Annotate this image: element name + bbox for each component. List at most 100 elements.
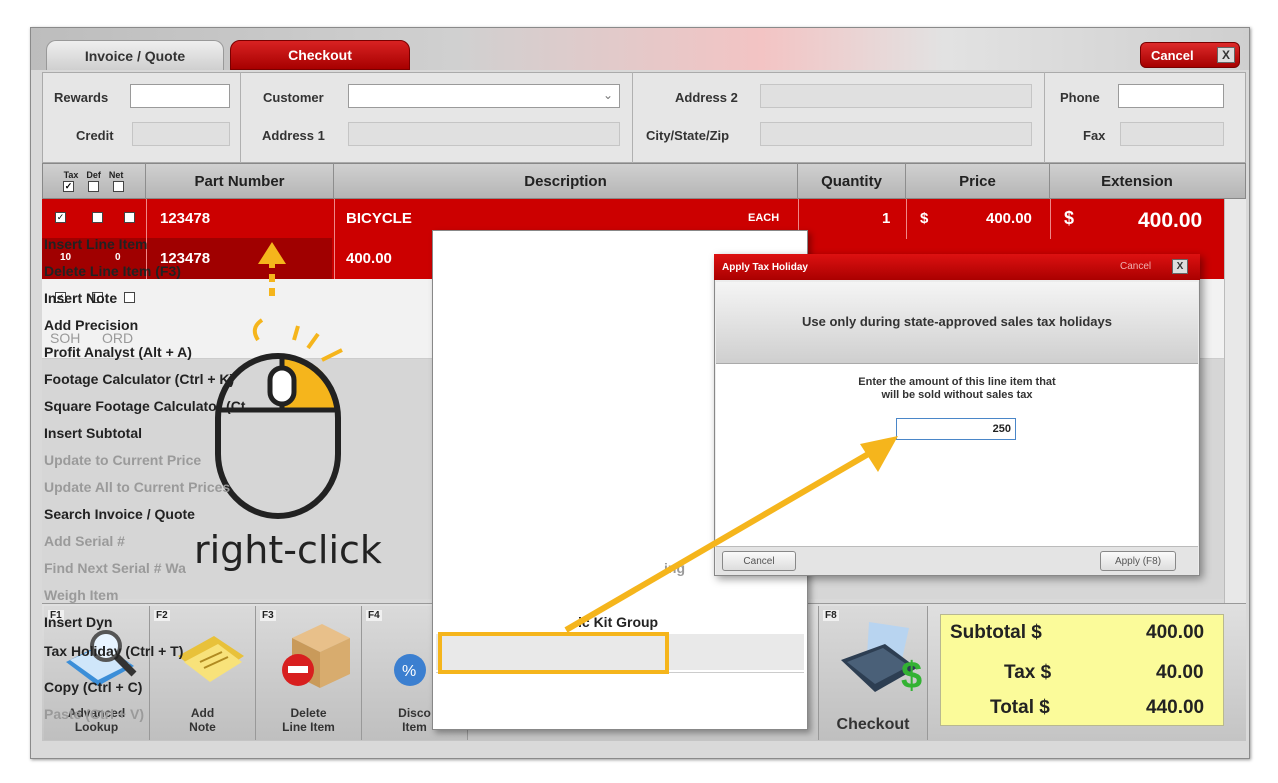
add-note-button[interactable]: F2 Add Note [150, 606, 256, 740]
fkey-label: Lookup [74, 720, 119, 734]
divider [1044, 72, 1045, 163]
arrow-annotation [564, 436, 898, 633]
divider [240, 72, 241, 163]
menu-item-copy[interactable]: Copy (Ctrl + C) [44, 679, 142, 695]
menu-item-tax-holiday[interactable]: Tax Holiday (Ctrl + T) [44, 643, 183, 659]
right-click-label: right-click [194, 528, 382, 572]
quantity-header[interactable]: Quantity [798, 163, 906, 199]
def-all-checkbox[interactable] [88, 181, 99, 192]
menu-item-update-all-prices: Update All to Current Prices [44, 479, 231, 495]
part-number-cell[interactable]: 123478 [160, 210, 210, 227]
menu-item-weigh-item: Weigh Item [44, 587, 119, 603]
fkey-label: Add [190, 706, 215, 720]
menu-item-add-serial: Add Serial # [44, 533, 125, 549]
customer-select[interactable]: ⌄ [348, 84, 620, 108]
svg-text:%: % [402, 663, 416, 680]
phone-label: Phone [1060, 90, 1100, 105]
close-icon[interactable]: X [1172, 259, 1188, 274]
extension-header[interactable]: Extension [1050, 163, 1224, 199]
vertical-scrollbar[interactable] [1224, 199, 1246, 603]
menu-item-insert-line-item[interactable]: Insert Line Item [44, 236, 147, 252]
menu-item-footage-calculator[interactable]: Footage Calculator (Ctrl + K) [44, 371, 234, 387]
price-header[interactable]: Price [906, 163, 1050, 199]
description-cell[interactable]: BICYCLE [346, 210, 412, 227]
net-checkbox[interactable] [124, 212, 135, 223]
quantity-cell[interactable]: 1 [882, 210, 890, 227]
dialog-banner-text: Use only during state-approved sales tax… [802, 314, 1112, 329]
menu-item-search-invoice[interactable]: Search Invoice / Quote [44, 506, 195, 522]
delete-line-item-button[interactable]: F3 Delete Line Item [256, 606, 362, 740]
fax-label: Fax [1083, 128, 1106, 143]
def-header: Def [86, 170, 101, 180]
extension-cell: 400.00 [1138, 209, 1203, 232]
divider [1050, 199, 1051, 239]
dialog-prompt-2: will be sold without sales tax [881, 389, 1033, 401]
tab-checkout[interactable]: Checkout [230, 40, 410, 70]
net-header: Net [108, 170, 124, 180]
divider [632, 72, 633, 163]
menu-item-delete-line-item[interactable]: Delete Line Item (F3) [44, 263, 181, 279]
unit-cell: EACH [748, 212, 780, 224]
address1-label: Address 1 [262, 128, 325, 143]
menu-item-insert-subtotal[interactable]: Insert Subtotal [44, 425, 142, 441]
credit-label: Credit [76, 128, 114, 143]
dialog-cancel-link[interactable]: Cancel [1120, 261, 1151, 272]
tax-checkbox[interactable]: ✓ [55, 212, 66, 223]
chevron-down-icon: ⌄ [602, 88, 613, 102]
dialog-apply-button[interactable]: Apply (F8) [1100, 551, 1176, 571]
menu-item-find-next-serial: Find Next Serial # Wa [44, 560, 186, 576]
tax-holiday-amount-input[interactable]: 250 [896, 418, 1016, 440]
city-field [760, 122, 1032, 146]
dialog-prompt-1: Enter the amount of this line item that [858, 376, 1056, 388]
tax-label: Tax $ [1004, 662, 1052, 683]
menu-item-add-precision[interactable]: Add Precision [44, 317, 138, 333]
phone-field[interactable] [1118, 84, 1224, 108]
tab-invoice-quote[interactable]: Invoice / Quote [46, 40, 224, 70]
address2-label: Address 2 [675, 90, 738, 105]
address1-field [348, 122, 620, 146]
city-label: City/State/Zip [646, 128, 730, 143]
subtotal-label: Subtotal $ [950, 622, 1042, 643]
fax-field [1120, 122, 1224, 146]
fkey-label: Delete [290, 706, 327, 720]
rewards-label: Rewards [54, 90, 109, 105]
menu-item-insert-note[interactable]: Insert Note [44, 290, 117, 306]
menu-item-insert-dynamic-kit[interactable]: Insert Dyn [44, 614, 112, 630]
net-checkbox[interactable] [124, 292, 135, 303]
customer-label: Customer [263, 90, 324, 105]
part-number-header[interactable]: Part Number [146, 163, 334, 199]
menu-item-update-to-current-price: Update to Current Price [44, 452, 202, 468]
net-all-checkbox[interactable] [113, 181, 124, 192]
close-icon[interactable]: X [1217, 47, 1235, 63]
price-cell[interactable]: 400.00 [986, 210, 1032, 227]
line-number: 10 [60, 252, 72, 263]
tax-all-checkbox[interactable]: ✓ [63, 181, 74, 192]
fkey-number: F2 [154, 610, 170, 621]
menu-item-profit-analyst[interactable]: Profit Analyst (Alt + A) [44, 344, 192, 360]
tax-value: 40.00 [1156, 662, 1204, 683]
address2-field [760, 84, 1032, 108]
fkey-label: Line Item [282, 720, 335, 734]
extension-currency: $ [1064, 208, 1075, 228]
fkey-label: Note [189, 720, 216, 734]
total-label: Total $ [990, 697, 1050, 718]
fkey-label: Checkout [836, 716, 910, 733]
total-value: 440.00 [1146, 697, 1205, 718]
divider [906, 199, 907, 239]
dialog-banner: Use only during state-approved sales tax… [716, 282, 1198, 364]
cancel-label: Cancel [1151, 47, 1194, 63]
menu-item-square-footage-calculator[interactable]: Square Footage Calculator (Ct [44, 398, 245, 414]
line-sub: 0 [115, 252, 121, 263]
delete-box-icon [282, 624, 350, 688]
tax-header: Tax [63, 170, 79, 180]
subtotal-value: 400.00 [1146, 622, 1205, 643]
fkey-number: F4 [366, 610, 382, 621]
price-currency: $ [920, 210, 929, 227]
cancel-button[interactable]: Cancel X [1140, 42, 1240, 68]
svg-text:$: $ [901, 655, 922, 697]
description-header[interactable]: Description [334, 163, 798, 199]
dialog-title: Apply Tax Holiday [722, 262, 808, 273]
rewards-field[interactable] [130, 84, 230, 108]
credit-field [132, 122, 230, 146]
def-checkbox[interactable] [92, 212, 103, 223]
